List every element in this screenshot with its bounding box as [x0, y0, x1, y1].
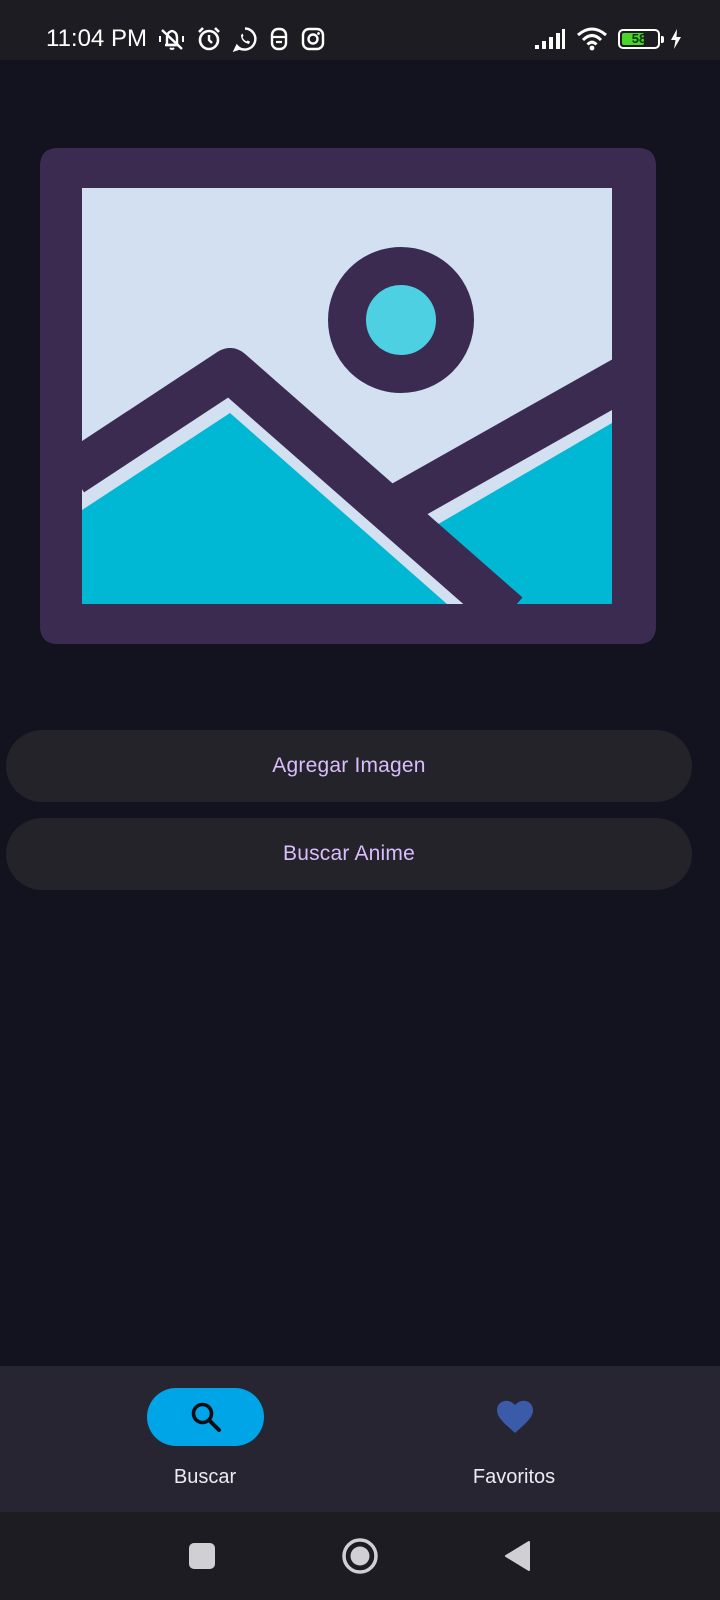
- nav-label-favoritos: Favoritos: [472, 1466, 556, 1488]
- home-icon: [342, 1538, 378, 1574]
- image-placeholder: [40, 148, 656, 644]
- image-placeholder-icon: [40, 148, 656, 644]
- back-button[interactable]: [494, 1532, 542, 1580]
- heart-icon: [496, 1400, 533, 1433]
- signal-icon: [534, 28, 566, 50]
- search-anime-button[interactable]: Buscar Anime: [6, 818, 692, 890]
- nav-label-buscar: Buscar: [173, 1466, 237, 1488]
- status-time: 11:04 PM: [46, 25, 147, 52]
- system-navigation-bar: [0, 1512, 720, 1600]
- back-icon: [505, 1541, 530, 1571]
- wifi-icon: [576, 27, 608, 51]
- home-button[interactable]: [336, 1532, 384, 1580]
- recent-apps-icon: [189, 1543, 215, 1569]
- add-image-button[interactable]: Agregar Imagen: [6, 730, 692, 802]
- bottom-navigation: Buscar Favoritos: [0, 1366, 720, 1512]
- alarm-icon: [196, 26, 222, 52]
- charging-icon: [670, 29, 682, 49]
- nav-active-indicator: [147, 1388, 264, 1446]
- instagram-icon: [300, 26, 326, 52]
- battery-icon: 58: [618, 29, 664, 49]
- recent-apps-button[interactable]: [178, 1532, 226, 1580]
- whatsapp-icon: [232, 26, 258, 52]
- nav-item-buscar[interactable]: Buscar: [105, 1366, 305, 1512]
- nav-item-favoritos[interactable]: Favoritos: [414, 1366, 614, 1512]
- mute-vibrate-icon: [158, 26, 186, 52]
- status-icons-right: 58: [534, 24, 682, 54]
- notification-app-icon: [268, 26, 290, 52]
- status-bar: 11:04 PM 58: [0, 0, 720, 60]
- nav-icon-container: [456, 1388, 573, 1446]
- status-icons-left: [158, 24, 326, 54]
- app-screen: 11:04 PM 58 Agregar Imagen Buscar Anime …: [0, 0, 720, 1600]
- search-icon: [191, 1402, 221, 1432]
- battery-level: 58: [631, 31, 647, 46]
